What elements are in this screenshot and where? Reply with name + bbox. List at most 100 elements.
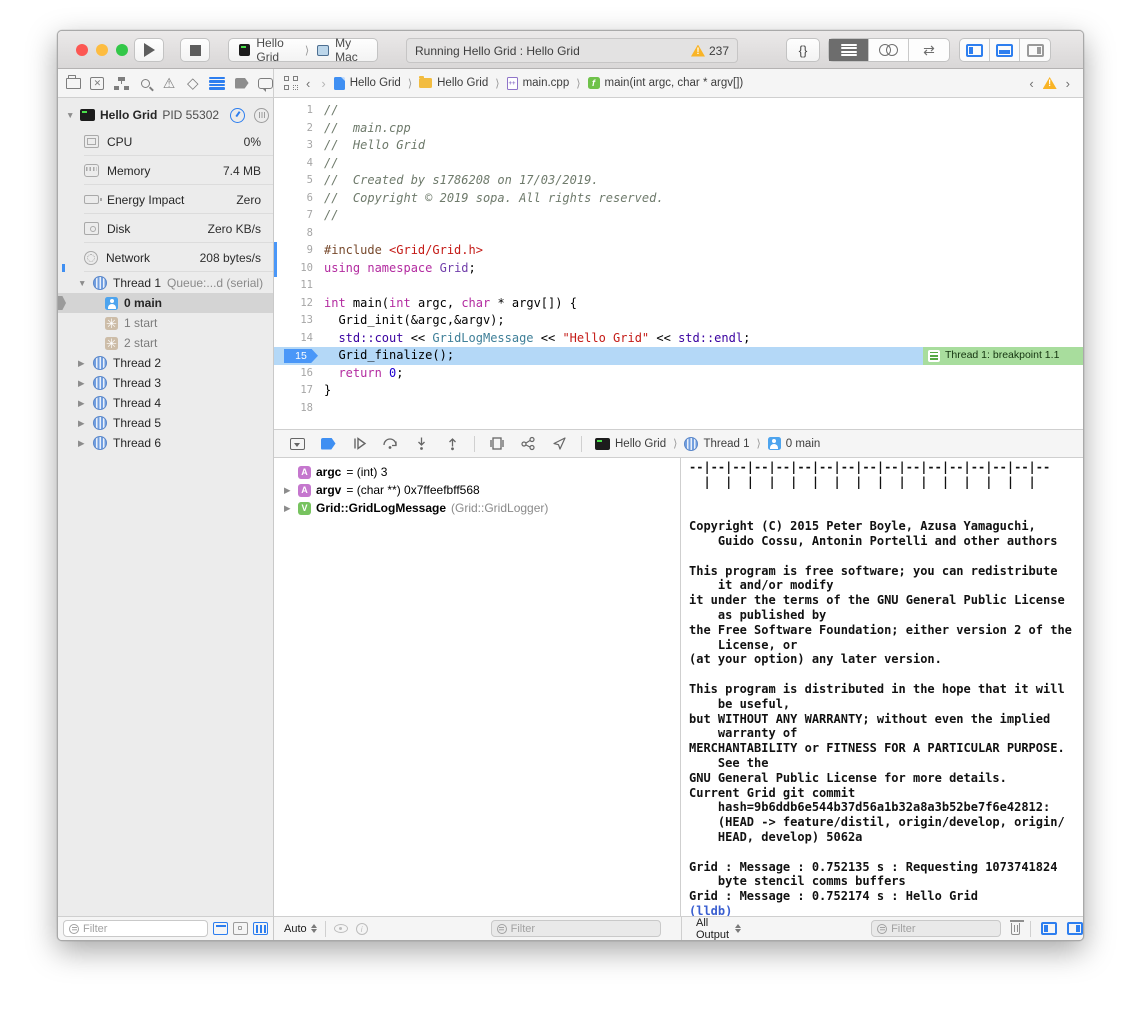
disclosure-icon[interactable]: ▶ — [78, 398, 87, 409]
toggle-navigator-button[interactable] — [960, 39, 990, 61]
code-line[interactable]: 2// main.cpp — [274, 120, 1083, 138]
step-over-button[interactable] — [381, 436, 399, 452]
disclosure-icon[interactable]: ▶ — [78, 438, 87, 449]
variables-filter-field[interactable] — [491, 920, 661, 937]
source-editor[interactable]: 1//2// main.cpp3// Hello Grid4//5// Crea… — [274, 98, 1083, 429]
find-navigator-tab[interactable] — [138, 75, 153, 91]
thread-row[interactable]: ▼Thread 1Queue:...d (serial) — [58, 273, 273, 293]
issue-badge[interactable]: 237 — [691, 44, 729, 58]
gauges-toggle-icon[interactable] — [230, 108, 245, 123]
process-row[interactable]: ▼ Hello Grid PID 55302 — [58, 105, 273, 125]
variables-filter-input[interactable] — [511, 923, 655, 935]
variable-row[interactable]: ▶Aargv= (char **) 0x7ffeefbff568 — [274, 481, 680, 499]
toggle-variables-view-button[interactable] — [1041, 922, 1057, 935]
navigator-filter-input[interactable] — [83, 923, 202, 935]
console-filter-field[interactable] — [871, 920, 1001, 937]
library-button[interactable]: {} — [786, 38, 820, 62]
close-window-button[interactable] — [76, 44, 88, 56]
variables-scope-select[interactable]: Auto — [284, 923, 317, 935]
stack-frame-row[interactable]: ✳2 start — [58, 333, 273, 353]
debug-crumb-thread[interactable]: Thread 1 — [703, 438, 749, 450]
code-line[interactable]: 3// Hello Grid — [274, 137, 1083, 155]
thread-row[interactable]: ▶Thread 3 — [58, 373, 273, 393]
disclosure-open-icon[interactable]: ▼ — [66, 110, 75, 120]
previous-issue-button[interactable]: ‹ — [1026, 76, 1036, 91]
code-line[interactable]: 9#include <Grid/Grid.h> — [274, 242, 1083, 260]
stop-button[interactable] — [180, 38, 210, 62]
debug-view-hierarchy-button[interactable] — [488, 436, 506, 452]
show-only-interesting-button[interactable] — [253, 922, 268, 935]
zoom-window-button[interactable] — [116, 44, 128, 56]
debug-navigator-tab[interactable] — [209, 75, 225, 91]
standard-editor-button[interactable] — [829, 39, 869, 61]
breadcrumb-file[interactable]: main.cpp — [523, 77, 570, 89]
warning-icon[interactable] — [1043, 77, 1057, 89]
quicklook-icon[interactable] — [334, 924, 348, 933]
breakpoint-line-badge[interactable]: 15 — [284, 349, 318, 364]
stack-frame-row[interactable]: ✳1 start — [58, 313, 273, 333]
next-issue-button[interactable]: › — [1063, 76, 1073, 91]
related-items-icon[interactable] — [284, 76, 298, 90]
go-forward-button[interactable]: › — [318, 76, 328, 91]
show-running-blocks-button[interactable] — [213, 922, 228, 935]
symbol-navigator-tab[interactable] — [114, 75, 129, 91]
issue-navigator-tab[interactable]: ⚠ — [162, 75, 177, 91]
source-control-navigator-tab[interactable]: ✕ — [90, 75, 105, 91]
version-editor-button[interactable]: ⇄ — [909, 39, 949, 61]
toggle-debug-area-button[interactable] — [990, 39, 1020, 61]
code-line[interactable]: 8 — [274, 225, 1083, 243]
debug-crumb-frame[interactable]: 0 main — [786, 438, 821, 450]
code-line[interactable]: 7// — [274, 207, 1083, 225]
project-navigator-tab[interactable] — [66, 75, 81, 91]
variable-row[interactable]: Aargc= (int) 3 — [274, 463, 680, 481]
code-line[interactable]: 4// — [274, 155, 1083, 173]
code-line[interactable]: 14 std::cout << GridLogMessage << "Hello… — [274, 330, 1083, 348]
code-line[interactable]: 6// Copyright © 2019 sopa. All rights re… — [274, 190, 1083, 208]
continue-button[interactable] — [350, 436, 368, 452]
breakpoint-annotation[interactable]: Thread 1: breakpoint 1.1 — [923, 347, 1083, 365]
variable-row[interactable]: ▶VGrid::GridLogMessage(Grid::GridLogger) — [274, 499, 680, 517]
thread-row[interactable]: ▶Thread 2 — [58, 353, 273, 373]
simulate-location-button[interactable] — [550, 436, 568, 452]
breadcrumb-symbol[interactable]: main(int argc, char * argv[]) — [605, 77, 744, 89]
thread-row[interactable]: ▶Thread 5 — [58, 413, 273, 433]
test-navigator-tab[interactable]: ◇ — [185, 75, 200, 91]
thread-row[interactable]: ▶Thread 6 — [58, 433, 273, 453]
step-into-button[interactable] — [412, 436, 430, 452]
view-mode-icon[interactable] — [254, 108, 269, 123]
console-scope-select[interactable]: All Output — [696, 917, 741, 941]
breadcrumb-project[interactable]: Hello Grid — [350, 77, 401, 89]
breakpoint-navigator-tab[interactable] — [234, 75, 249, 91]
code-line[interactable]: 15 Grid_finalize();Thread 1: breakpoint … — [274, 347, 1083, 365]
gauge-row-disk[interactable]: DiskZero KB/s — [58, 214, 273, 243]
code-line[interactable]: 10using namespace Grid; — [274, 260, 1083, 278]
info-icon[interactable]: i — [356, 923, 368, 935]
disclosure-icon[interactable]: ▶ — [78, 358, 87, 369]
thread-row[interactable]: ▶Thread 4 — [58, 393, 273, 413]
clear-console-button[interactable] — [1011, 923, 1020, 935]
code-line[interactable]: 16 return 0; — [274, 365, 1083, 383]
gauge-row-network[interactable]: Network208 bytes/s — [58, 243, 273, 272]
navigator-filter-field[interactable] — [63, 920, 208, 937]
code-line[interactable]: 13 Grid_init(&argc,&argv); — [274, 312, 1083, 330]
disclosure-icon[interactable]: ▶ — [78, 418, 87, 429]
breakpoints-enabled-button[interactable] — [319, 436, 337, 452]
go-back-button[interactable]: ‹ — [303, 76, 313, 91]
code-line[interactable]: 5// Created by s1786208 on 17/03/2019. — [274, 172, 1083, 190]
gauge-row-memory[interactable]: Memory7.4 MB — [58, 156, 273, 185]
step-out-button[interactable] — [443, 436, 461, 452]
run-button[interactable] — [134, 38, 164, 62]
toggle-inspectors-button[interactable] — [1020, 39, 1050, 61]
lldb-prompt[interactable]: (lldb) — [689, 904, 1083, 916]
disclosure-icon[interactable]: ▼ — [78, 278, 87, 288]
toggle-console-view-button[interactable] — [1067, 922, 1083, 935]
stack-frame-row[interactable]: 0 main — [58, 293, 273, 313]
report-navigator-tab[interactable] — [258, 75, 273, 91]
scheme-selector[interactable]: Hello Grid ⟩ My Mac — [228, 38, 378, 62]
memory-graph-button[interactable] — [519, 436, 537, 452]
console-output[interactable]: --|--|--|--|--|--|--|--|--|--|--|--|--|-… — [682, 458, 1083, 916]
code-line[interactable]: 12int main(int argc, char * argv[]) { — [274, 295, 1083, 313]
disclosure-icon[interactable]: ▶ — [284, 503, 293, 514]
minimize-window-button[interactable] — [96, 44, 108, 56]
code-line[interactable]: 17} — [274, 382, 1083, 400]
